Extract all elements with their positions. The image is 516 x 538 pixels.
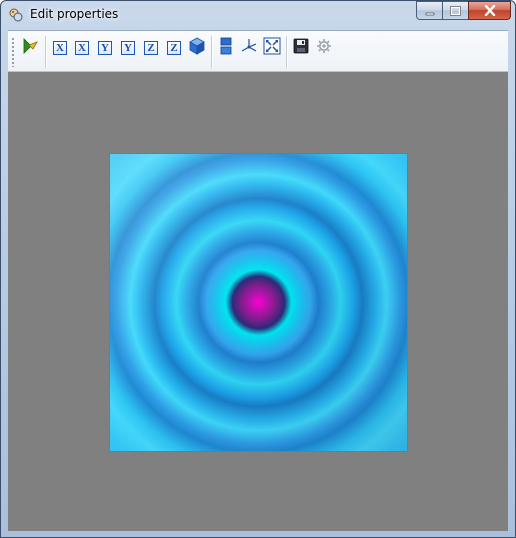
- minimize-icon: [425, 1, 435, 20]
- color-bar-button[interactable]: [216, 37, 236, 59]
- view-3d-button[interactable]: [187, 37, 207, 59]
- settings-icon: [316, 38, 332, 58]
- edit-properties-window: Edit properties X X Y Y Z Z: [0, 0, 516, 538]
- view-y-button[interactable]: Y: [95, 38, 115, 58]
- view-x-button[interactable]: X: [50, 38, 70, 58]
- title-bar[interactable]: Edit properties: [1, 1, 515, 29]
- axis-y-reverse-icon: Y: [121, 41, 135, 55]
- view-y-reverse-button[interactable]: Y: [118, 38, 138, 58]
- 3d-viewport[interactable]: [8, 72, 508, 531]
- axes-button[interactable]: [239, 38, 259, 58]
- cube-3d-icon: [188, 37, 206, 59]
- view-x-reverse-button[interactable]: X: [72, 38, 92, 58]
- maximize-icon: [450, 1, 461, 20]
- toolbar-separator: [286, 36, 288, 68]
- axis-z-reverse-icon: Z: [167, 41, 181, 55]
- fit-view-icon: [263, 37, 281, 59]
- view-z-button[interactable]: Z: [141, 38, 161, 58]
- maximize-button[interactable]: [442, 1, 468, 20]
- save-icon: [293, 38, 309, 58]
- axis-x-icon: X: [53, 41, 67, 55]
- toolbar-separator: [45, 36, 47, 68]
- surface-shading: [110, 154, 407, 451]
- fit-view-button[interactable]: [262, 37, 282, 59]
- close-button[interactable]: [468, 1, 511, 20]
- save-button[interactable]: [291, 38, 311, 58]
- close-icon: [484, 1, 496, 20]
- axis-z-icon: Z: [144, 41, 158, 55]
- toolbar-separator: [211, 36, 213, 68]
- axis-x-reverse-icon: X: [75, 41, 89, 55]
- caption-buttons: [416, 1, 511, 20]
- toolbar-grip[interactable]: [12, 37, 14, 67]
- select-pointer-button[interactable]: [20, 38, 40, 58]
- window-title: Edit properties: [30, 7, 119, 21]
- ripple-surface-plot[interactable]: [110, 154, 407, 451]
- settings-button[interactable]: [314, 38, 334, 58]
- axis-y-icon: Y: [98, 41, 112, 55]
- app-icon: [8, 7, 24, 23]
- color-bar-icon: [220, 37, 232, 59]
- toolbar: X X Y Y Z Z: [8, 30, 508, 72]
- view-z-reverse-button[interactable]: Z: [164, 38, 184, 58]
- select-pointer-icon: [21, 37, 39, 59]
- axes-icon: [240, 37, 258, 59]
- minimize-button[interactable]: [416, 1, 442, 20]
